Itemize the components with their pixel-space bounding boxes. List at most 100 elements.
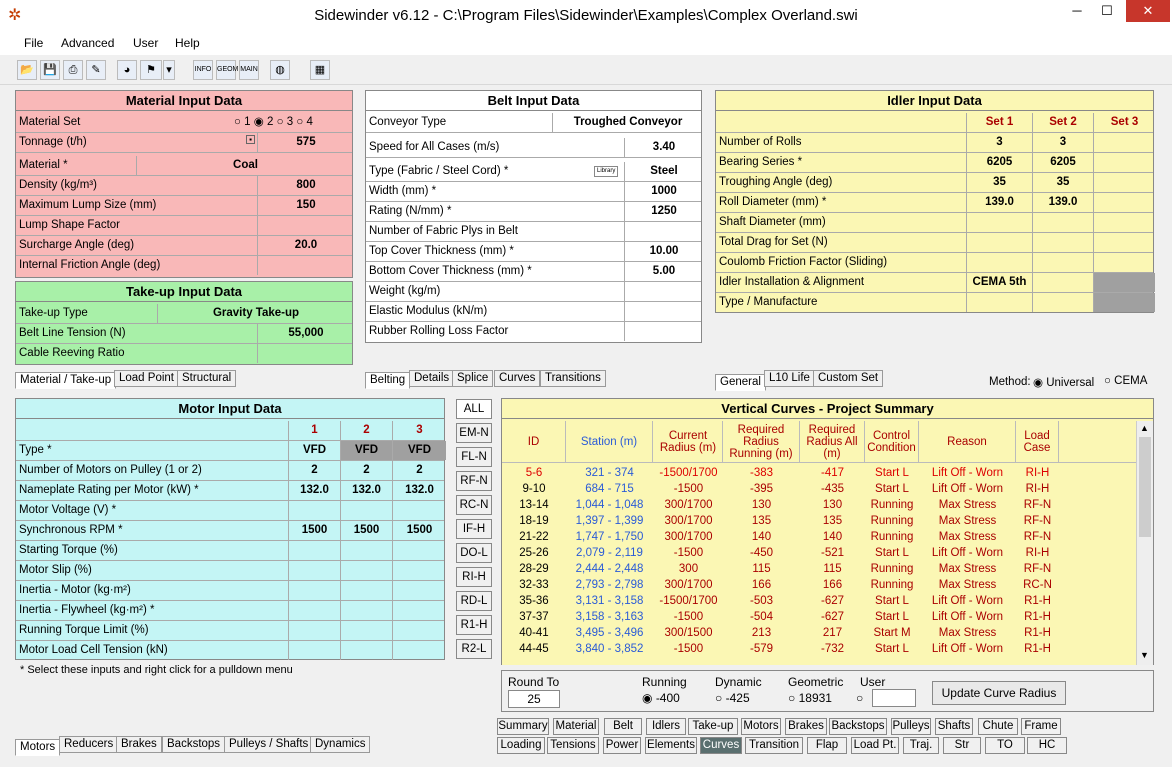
bottom-tab-brakes[interactable]: Brakes (785, 718, 827, 735)
motor-cell-1[interactable] (288, 561, 340, 580)
table-row[interactable]: 25-26 2,079 - 2,119 -1500 -450 -521 Start L Li… (502, 546, 1136, 562)
bottom-tab-shafts[interactable]: Shafts (935, 718, 973, 735)
takeup-type-value[interactable]: Gravity Take-up (157, 304, 354, 323)
motor-cell-1[interactable] (288, 601, 340, 620)
motor-cell-2[interactable] (340, 641, 392, 660)
motor-cell-3[interactable] (392, 561, 446, 580)
motor-cell-1[interactable] (288, 581, 340, 600)
elastic-modulus-value[interactable] (624, 302, 703, 321)
idler-cell-set-3[interactable] (1093, 153, 1155, 172)
bottom-tab-pulleys[interactable]: Pulleys (891, 718, 931, 735)
dropdown-arrow-icon[interactable]: ▾ (163, 60, 175, 80)
bottom-tab-flap[interactable]: Flap (807, 737, 847, 754)
library-button[interactable]: Library (594, 166, 619, 177)
motor-cell-1[interactable]: 1500 (288, 521, 340, 540)
tab-details[interactable]: Details (409, 370, 455, 387)
print-icon[interactable]: ⎙ (63, 60, 83, 80)
motor-cell-1[interactable]: 2 (288, 461, 340, 480)
tab-transitions[interactable]: Transitions (540, 370, 606, 387)
idler-cell-set-3[interactable] (1093, 173, 1155, 192)
idler-cell-set-1[interactable]: 6205 (966, 153, 1032, 172)
motor-cell-1[interactable] (288, 501, 340, 520)
idler-cell-set-2[interactable] (1032, 233, 1093, 252)
motor-cell-3[interactable] (392, 501, 446, 520)
motor-cell-2[interactable]: VFD (340, 441, 392, 460)
idler-cell-set-1[interactable]: 3 (966, 133, 1032, 152)
motor-cell-1[interactable] (288, 541, 340, 560)
motor-cell-2[interactable]: 1500 (340, 521, 392, 540)
idler-cell-set-2[interactable]: 3 (1032, 133, 1093, 152)
idler-cell-set-2[interactable] (1032, 293, 1093, 312)
tab-dynamics[interactable]: Dynamics (310, 736, 371, 753)
tab-curves[interactable]: Curves (494, 370, 541, 387)
dynamic-radio[interactable]: ○ -425 (715, 691, 750, 705)
bottom-tab-load-pt-[interactable]: Load Pt. (851, 737, 899, 754)
belt-line-tension-value[interactable]: 55,000 (257, 324, 354, 343)
idler-cell-set-3[interactable] (1093, 193, 1155, 212)
conveyor-type-value[interactable]: Troughed Conveyor (552, 113, 703, 132)
motor-cell-3[interactable]: 1500 (392, 521, 446, 540)
scroll-down-icon[interactable]: ▼ (1140, 650, 1149, 660)
weight-value[interactable] (624, 282, 703, 301)
lump-shape-value[interactable] (257, 216, 354, 235)
palette-icon[interactable]: ◍ (270, 60, 290, 80)
close-button[interactable]: ✕ (1126, 0, 1170, 22)
bottom-tab-backstops[interactable]: Backstops (829, 718, 887, 735)
idler-cell-set-1[interactable] (966, 213, 1032, 232)
tab-material-takeup[interactable]: Material / Take-up (15, 372, 117, 389)
top-cover-value[interactable]: 10.00 (624, 242, 703, 261)
tab-belting[interactable]: Belting (365, 372, 411, 389)
geom-icon[interactable]: GEOM (216, 60, 238, 80)
table-row[interactable]: 32-33 2,793 - 2,798 300/1700 166 166 Running M… (502, 578, 1136, 594)
motor-cell-3[interactable]: 132.0 (392, 481, 446, 500)
table-row[interactable]: 37-37 3,158 - 3,163 -1500 -504 -627 Start L Li… (502, 610, 1136, 626)
table-row[interactable]: 28-29 2,444 - 2,448 300 115 115 Running Max St… (502, 562, 1136, 578)
idler-cell-set-2[interactable]: 6205 (1032, 153, 1093, 172)
idler-cell-set-1[interactable]: 35 (966, 173, 1032, 192)
tab-structural[interactable]: Structural (177, 370, 237, 387)
friction-value[interactable] (257, 256, 354, 275)
bottom-tab-frame[interactable]: Frame (1021, 718, 1061, 735)
motor-cell-2[interactable]: 2 (340, 461, 392, 480)
motor-cell-1[interactable] (288, 641, 340, 660)
motor-cell-3[interactable] (392, 641, 446, 660)
main-icon[interactable]: MAIN (239, 60, 259, 80)
chart-icon[interactable]: ◕ (117, 60, 137, 80)
bottom-tab-belt[interactable]: Belt (604, 718, 642, 735)
idler-cell-set-2[interactable] (1032, 273, 1093, 292)
bottom-tab-material[interactable]: Material (553, 718, 599, 735)
load-case-button-all[interactable]: ALL (456, 399, 492, 419)
tab-reducers[interactable]: Reducers (59, 736, 119, 753)
idler-cell-set-1[interactable] (966, 233, 1032, 252)
load-case-button-r1-h[interactable]: R1-H (456, 615, 492, 635)
motor-cell-3[interactable] (392, 541, 446, 560)
curves-scrollbar[interactable]: ▲ ▼ (1136, 421, 1153, 665)
round-to-input[interactable]: 25 (508, 690, 560, 708)
table-row[interactable]: 18-19 1,397 - 1,399 300/1700 135 135 Running M… (502, 514, 1136, 530)
motor-cell-1[interactable]: VFD (288, 441, 340, 460)
load-case-button-fl-n[interactable]: FL-N (456, 447, 492, 467)
menu-help[interactable]: Help (175, 36, 200, 50)
bottom-tab-chute[interactable]: Chute (978, 718, 1018, 735)
idler-cell-set-2[interactable] (1032, 253, 1093, 272)
bottom-tab-to[interactable]: TO (985, 737, 1025, 754)
idler-cell-set-3[interactable] (1093, 273, 1155, 292)
bottom-tab-hc[interactable]: HC (1027, 737, 1067, 754)
method-cema-radio[interactable]: ○ CEMA (1104, 375, 1147, 387)
user-radius-input[interactable] (872, 689, 916, 707)
tab-brakes[interactable]: Brakes (116, 736, 162, 753)
bottom-tab-idlers[interactable]: Idlers (646, 718, 686, 735)
motor-cell-2[interactable] (340, 621, 392, 640)
save-icon[interactable]: 💾 (40, 60, 60, 80)
speed-value[interactable]: 3.40 (624, 138, 703, 157)
tab-load-point[interactable]: Load Point (114, 370, 179, 387)
menu-file[interactable]: File (24, 36, 43, 50)
table-row[interactable]: 40-41 3,495 - 3,496 300/1500 213 217 Start M M… (502, 626, 1136, 642)
user-radio[interactable]: ○ (856, 691, 863, 705)
load-case-button-if-h[interactable]: IF-H (456, 519, 492, 539)
bottom-cover-value[interactable]: 5.00 (624, 262, 703, 281)
table-row[interactable]: 35-36 3,131 - 3,158 -1500/1700 -503 -627 Star… (502, 594, 1136, 610)
bottom-tab-take-up[interactable]: Take-up (688, 718, 738, 735)
idler-cell-set-2[interactable]: 139.0 (1032, 193, 1093, 212)
width-value[interactable]: 1000 (624, 182, 703, 201)
